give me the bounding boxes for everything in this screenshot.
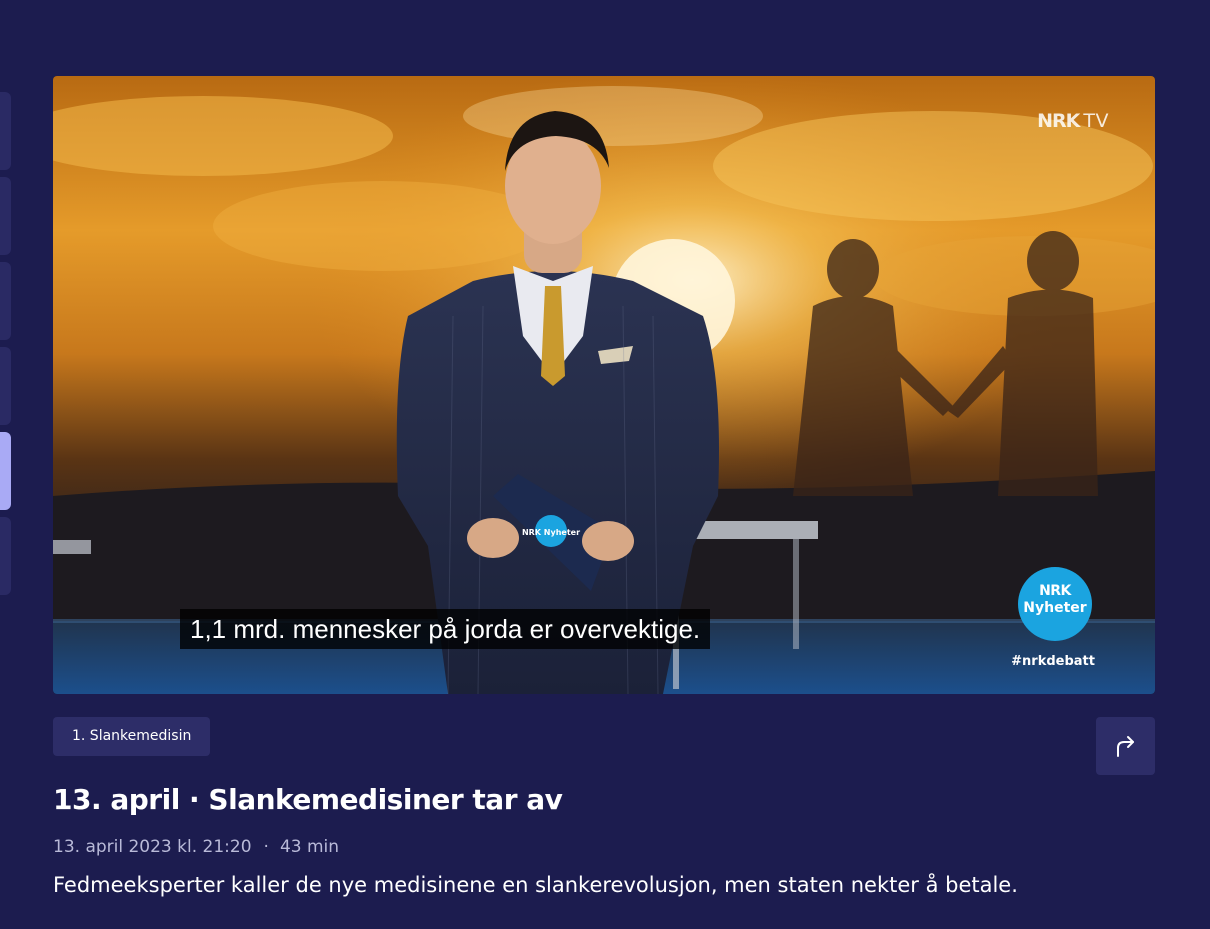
broadcast-date: 13. april 2023 kl. 21:20: [53, 837, 252, 857]
card-logo: NRK Nyheter: [522, 528, 580, 537]
nrk-tv-episode-page: NRK Nyheter NRK TV 1,1 mrd. mennesker på …: [0, 0, 1210, 929]
meta-separator: ·: [263, 837, 269, 857]
badge-brand: NRK: [1039, 583, 1071, 599]
episode-title: 13. april · Slankemedisiner tar av: [53, 783, 563, 816]
side-tab-6[interactable]: [0, 517, 11, 595]
episode-chip[interactable]: 1. Slankemedisin: [53, 717, 211, 756]
nrk-tv-logo-brand: NRK: [1037, 110, 1080, 132]
video-player[interactable]: NRK Nyheter NRK TV 1,1 mrd. mennesker på …: [53, 76, 1155, 694]
episode-description: Fedmeeksperter kaller de nye medisinene …: [53, 873, 1018, 897]
side-rail: [0, 92, 11, 602]
share-arrow-icon: [1116, 736, 1134, 757]
share-button[interactable]: [1096, 717, 1155, 775]
video-frame: NRK Nyheter: [53, 76, 1155, 694]
badge-label: Nyheter: [1023, 600, 1087, 616]
side-tab-3[interactable]: [0, 262, 11, 340]
side-tab-5-active[interactable]: [0, 432, 11, 510]
side-tab-1[interactable]: [0, 92, 11, 170]
episode-duration: 43 min: [279, 837, 340, 857]
nrk-nyheter-badge: NRK Nyheter: [1018, 567, 1092, 641]
side-tab-2[interactable]: [0, 177, 11, 255]
hashtag-label: #nrkdebatt: [1011, 654, 1095, 669]
video-subtitle: 1,1 mrd. mennesker på jorda er overvekti…: [180, 609, 711, 649]
episode-meta: 13. april 2023 kl. 21:20 · 43 min: [53, 837, 339, 857]
nrk-tv-logo: NRK TV: [1037, 110, 1109, 132]
side-tab-4[interactable]: [0, 347, 11, 425]
nrk-tv-logo-suffix: TV: [1083, 110, 1109, 132]
